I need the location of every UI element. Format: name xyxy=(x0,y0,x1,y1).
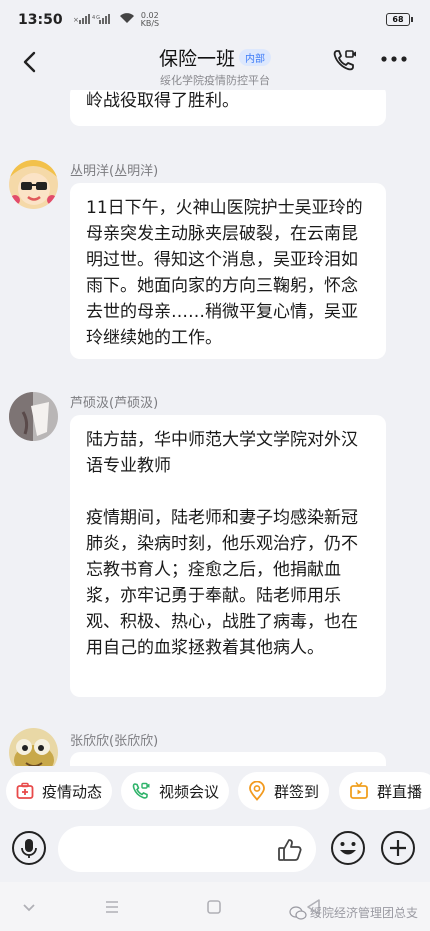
nav-collapse-button[interactable] xyxy=(18,896,40,918)
chevron-down-icon xyxy=(23,904,35,912)
quick-action-checkin[interactable]: 群签到 xyxy=(238,772,330,810)
quick-action-label: 群签到 xyxy=(274,782,320,801)
battery-icon: 68 xyxy=(386,13,413,26)
nav-home-button[interactable] xyxy=(203,896,225,918)
quick-action-label: 视频会议 xyxy=(159,782,220,801)
phone-video-icon xyxy=(333,50,356,71)
message-bubble[interactable] xyxy=(70,752,386,766)
live-tv-icon xyxy=(350,781,368,799)
like-button[interactable] xyxy=(276,836,304,864)
wechat-icon xyxy=(289,905,307,920)
avatar-photo-icon xyxy=(9,392,58,441)
plus-circle-icon xyxy=(381,831,415,865)
smile-emoji-icon xyxy=(331,831,365,865)
net-speed-unit: KB/S xyxy=(140,19,160,28)
message-list[interactable]: 岭战役取得了胜利。 丛明洋(丛明洋) 11日下午，火神山医院护士吴亚玲的母亲突发… xyxy=(0,90,430,766)
chat-header: 保险一班 内部 绥化学院疫情防控平台 xyxy=(0,40,430,90)
video-call-icon xyxy=(132,782,150,799)
quick-actions-bar: 疫情动态 视频会议 群签到 群直播 xyxy=(0,766,430,816)
battery-level: 68 xyxy=(392,15,404,24)
message-text: 岭战役取得了胜利。 xyxy=(86,91,239,111)
more-dots-icon xyxy=(381,56,407,62)
avatar-cartoon-girl-icon xyxy=(9,160,58,209)
avatar[interactable] xyxy=(9,392,58,441)
net-speed: 0.02 KB/S xyxy=(141,12,160,28)
avatar[interactable] xyxy=(9,728,58,766)
medical-kit-icon xyxy=(16,782,34,799)
nav-menu-button[interactable] xyxy=(101,896,123,918)
more-actions-button[interactable] xyxy=(380,830,416,866)
emoji-button[interactable] xyxy=(330,830,366,866)
voice-button[interactable] xyxy=(11,830,47,866)
watermark-text: 绥院经济管理团总支 xyxy=(309,906,418,920)
message-text: 11日下午，火神山医院护士吴亚玲的母亲突发主动脉夹层破裂，在云南昆明过世。得知这… xyxy=(86,198,363,348)
status-bar: 13:50 × 4G 0.02 KB/S 68 xyxy=(0,0,430,40)
title-block: 保险一班 内部 绥化学院疫情防控平台 xyxy=(0,44,430,88)
internal-badge: 内部 xyxy=(239,49,271,66)
page-subtitle: 绥化学院疫情防控平台 xyxy=(160,74,270,87)
quick-action-label: 群直播 xyxy=(377,782,423,801)
svg-text:×: × xyxy=(73,16,80,24)
message-bubble[interactable]: 陆方喆，华中师范大学文学院对外汉语专业教师 疫情期间，陆老师和妻子均感染新冠肺炎… xyxy=(70,415,386,697)
signal-icon: × 4G xyxy=(73,13,113,28)
message-text: 陆方喆，华中师范大学文学院对外汉语专业教师 xyxy=(86,430,358,476)
message-bubble[interactable]: 岭战役取得了胜利。 xyxy=(70,90,386,126)
status-time: 13:50 xyxy=(18,12,63,28)
thumbs-up-icon xyxy=(278,839,302,861)
quick-action-epidemic[interactable]: 疫情动态 xyxy=(6,772,113,810)
more-button[interactable] xyxy=(380,50,410,70)
sender-name: 张欣欣(张欣欣) xyxy=(70,734,159,749)
avatar[interactable] xyxy=(9,160,58,209)
quick-action-video-meeting[interactable]: 视频会议 xyxy=(121,772,230,810)
avatar-cartoon-frog-icon xyxy=(9,728,58,766)
sender-name: 丛明洋(丛明洋) xyxy=(70,164,159,179)
microphone-icon xyxy=(12,831,46,865)
input-bar xyxy=(0,816,430,882)
message-bubble[interactable]: 11日下午，火神山医院护士吴亚玲的母亲突发主动脉夹层破裂，在云南昆明过世。得知这… xyxy=(70,183,386,359)
menu-lines-icon xyxy=(106,901,118,913)
home-square-icon xyxy=(207,900,221,914)
wifi-icon xyxy=(119,12,135,28)
system-nav-bar: 绥院经济管理团总支 xyxy=(0,882,430,931)
call-button[interactable] xyxy=(330,46,360,76)
page-title: 保险一班 xyxy=(158,48,235,70)
watermark: 绥院经济管理团总支 xyxy=(289,904,418,921)
quick-action-live[interactable]: 群直播 xyxy=(339,772,430,810)
message-text: 疫情期间，陆老师和妻子均感染新冠肺炎，染病时刻，他乐观治疗，仍不忘教书育人；痊愈… xyxy=(86,508,358,658)
location-pin-icon xyxy=(249,781,265,801)
quick-action-label: 疫情动态 xyxy=(42,782,103,801)
sender-name: 芦硕汲(芦硕汲) xyxy=(70,396,159,411)
